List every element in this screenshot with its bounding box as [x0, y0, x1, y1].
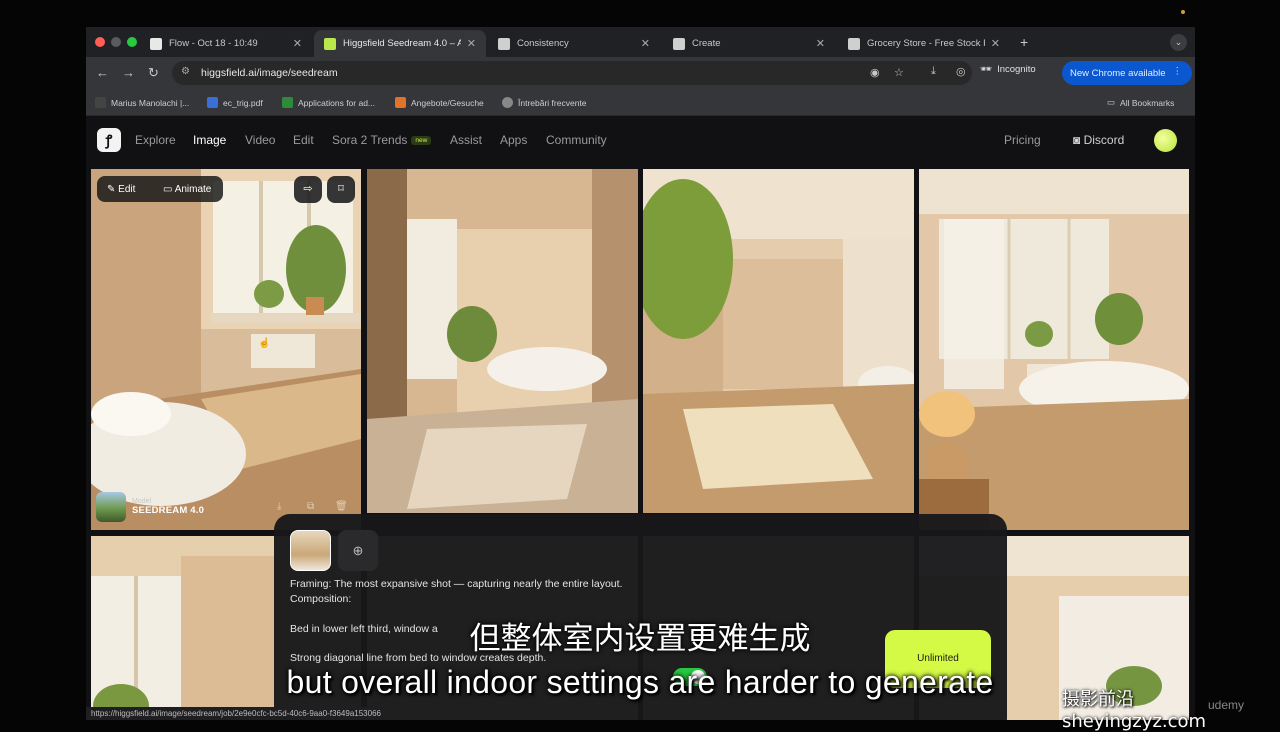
- all-bookmarks[interactable]: ▭ All Bookmarks: [1107, 97, 1174, 108]
- bookmark-favicon-icon: [207, 97, 218, 108]
- watermark: 摄影前沿 sheyingzyz.com: [1062, 689, 1207, 732]
- bedroom-image: [367, 169, 638, 513]
- share-icon[interactable]: ⇨: [294, 176, 322, 203]
- mouse-cursor: ☝: [258, 338, 271, 349]
- image-toolbar: ✎ Edit ▭ Animate: [97, 176, 223, 202]
- status-url-bar: https://higgsfield.ai/image/seedream/job…: [86, 707, 386, 720]
- url-text[interactable]: higgsfield.ai/image/seedream: [201, 67, 338, 79]
- udemy-logo: udemy: [1208, 698, 1245, 712]
- bookmark-item[interactable]: ec_trig.pdf: [207, 97, 263, 108]
- edit-button[interactable]: ✎ Edit: [107, 184, 135, 195]
- nav-explore[interactable]: Explore: [135, 133, 176, 147]
- generated-image-1[interactable]: ✎ Edit ▭ Animate ⇨ ⌑ Model SEEDREAM 4.0 …: [91, 169, 361, 530]
- reference-image-thumbnail[interactable]: [290, 530, 331, 571]
- subtitle-chinese: 但整体室内设置更难生成: [469, 621, 811, 657]
- copy-icon[interactable]: ⧉: [307, 501, 314, 512]
- nav-apps[interactable]: Apps: [500, 133, 527, 147]
- image-icon: [673, 37, 685, 50]
- avatar[interactable]: [1154, 129, 1177, 152]
- bookmark-item[interactable]: Angebote/Gesuche: [395, 97, 484, 108]
- close-tab-icon[interactable]: ✕: [293, 37, 302, 50]
- bookmark-item[interactable]: Marius Manolachi |...: [95, 97, 189, 108]
- prompt-line[interactable]: Composition:: [290, 593, 351, 605]
- status-dot: [1181, 10, 1185, 14]
- tab-grocery[interactable]: Grocery Store - Free Stock Ph ✕: [838, 30, 1010, 57]
- eye-off-icon[interactable]: ◉: [870, 66, 880, 79]
- tab-create[interactable]: Create ✕: [663, 30, 835, 57]
- close-tab-icon[interactable]: ✕: [991, 37, 1000, 50]
- nav-community[interactable]: Community: [546, 133, 607, 147]
- close-tab-icon[interactable]: ✕: [467, 37, 476, 50]
- new-tab-icon[interactable]: +: [1020, 34, 1028, 50]
- generated-image-2[interactable]: [367, 169, 638, 513]
- browser-toolbar: ← → ↻ ⚙ higgsfield.ai/image/seedream ◉ ☆…: [86, 57, 1195, 89]
- forward-icon[interactable]: →: [122, 65, 135, 80]
- download-icon[interactable]: ⤓: [277, 501, 281, 512]
- bedroom-image: [643, 169, 914, 513]
- tab-strip: Flow - Oct 18 - 10:49 ✕ Higgsfield Seedr…: [86, 27, 1195, 57]
- extensions-icon[interactable]: ◎: [956, 65, 966, 78]
- zoom-window-button[interactable]: [127, 37, 137, 47]
- new-chrome-button[interactable]: New Chrome available ⋮: [1062, 61, 1192, 85]
- address-bar[interactable]: ⚙ higgsfield.ai/image/seedream ◉ ☆: [172, 61, 972, 85]
- higgsfield-logo[interactable]: ꝭ: [97, 128, 121, 152]
- bedroom-image: [919, 169, 1189, 530]
- discord-icon: ◙: [1073, 133, 1081, 147]
- delete-icon[interactable]: 🗑: [335, 501, 348, 512]
- prompt-line[interactable]: Framing: The most expansive shot — captu…: [290, 578, 622, 590]
- chevron-down-icon[interactable]: ⌄: [1170, 34, 1187, 51]
- incognito-indicator[interactable]: 🕶 Incognito: [980, 64, 1036, 75]
- bookmark-favicon-icon: [282, 97, 293, 108]
- download-icon[interactable]: ⤓: [931, 65, 936, 78]
- close-tab-icon[interactable]: ✕: [816, 37, 825, 50]
- generated-image-4[interactable]: [919, 169, 1189, 530]
- bedroom-image: [91, 169, 361, 530]
- tab-flow[interactable]: Flow - Oct 18 - 10:49 ✕: [140, 30, 312, 57]
- close-tab-icon[interactable]: ✕: [641, 37, 650, 50]
- nav-pricing[interactable]: Pricing: [1004, 133, 1041, 147]
- tab-consistency[interactable]: Consistency ✕: [488, 30, 660, 57]
- site-info-icon[interactable]: ⚙: [181, 66, 190, 77]
- document-icon: [150, 37, 162, 50]
- add-image-icon[interactable]: ⊕: [338, 530, 378, 571]
- nav-image[interactable]: Image: [193, 133, 226, 147]
- bookmark-item[interactable]: Întrebări frecvente: [502, 97, 587, 108]
- more-vert-icon[interactable]: ⋮: [1173, 66, 1183, 77]
- new-badge: new: [411, 136, 432, 145]
- bookmarks-bar: Marius Manolachi |... ec_trig.pdf Applic…: [86, 89, 1195, 116]
- nav-sora-2-trends[interactable]: Sora 2 Trends new: [332, 133, 432, 147]
- bookmark-favicon-icon: [395, 97, 406, 108]
- animate-button[interactable]: ▭ Animate: [163, 184, 211, 195]
- bookmark-icon[interactable]: ⌑: [327, 176, 355, 203]
- notion-icon: [498, 37, 510, 50]
- close-window-button[interactable]: [95, 37, 105, 47]
- higgsfield-favicon-icon: [324, 37, 336, 50]
- pexels-icon: [848, 37, 860, 50]
- model-thumbnail: [96, 492, 126, 522]
- model-info: Model SEEDREAM 4.0: [96, 492, 204, 522]
- incognito-icon: 🕶: [980, 64, 993, 75]
- back-icon[interactable]: ←: [96, 65, 109, 80]
- bookmark-star-icon[interactable]: ☆: [894, 66, 904, 79]
- nav-edit[interactable]: Edit: [293, 133, 314, 147]
- nav-discord[interactable]: ◙ Discord: [1073, 133, 1124, 147]
- bookmark-item[interactable]: Applications for ad...: [282, 97, 375, 108]
- nav-video[interactable]: Video: [245, 133, 275, 147]
- bookmark-favicon-icon: [95, 97, 106, 108]
- generated-image-3[interactable]: [643, 169, 914, 513]
- tab-higgsfield[interactable]: Higgsfield Seedream 4.0 – A ✕: [314, 30, 486, 57]
- minimize-window-button[interactable]: [111, 37, 121, 47]
- folder-icon: ▭: [1107, 97, 1116, 107]
- globe-icon: [502, 97, 513, 108]
- nav-assist[interactable]: Assist: [450, 133, 482, 147]
- reload-icon[interactable]: ↻: [148, 65, 159, 81]
